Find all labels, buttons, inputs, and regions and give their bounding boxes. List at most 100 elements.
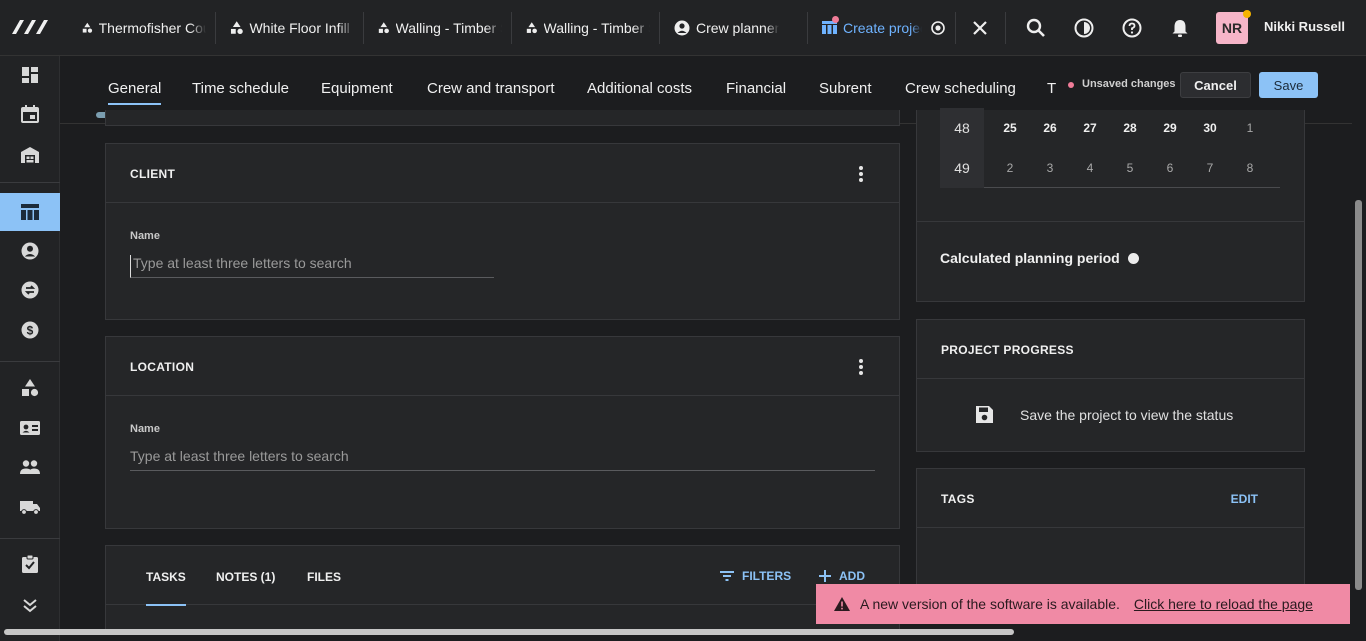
sidebar-item-calendar[interactable] [0,95,60,133]
calendar-icon [21,105,39,123]
save-button[interactable]: Save [1259,72,1318,98]
workspace-tab-label: Thermofisher Coupling [98,20,206,36]
theme-toggle-icon[interactable] [1072,16,1096,40]
sidebar-item-projects[interactable] [0,193,60,231]
progress-status-message: Save the project to view the status [1020,407,1234,423]
calendar-day[interactable]: 5 [1118,161,1142,175]
tab-financial[interactable]: Financial [726,80,786,97]
client-title: CLIENT [130,167,176,181]
location-title: LOCATION [130,360,195,374]
workspace-tab-label: Walling - Timber Sub [395,20,502,36]
tab-time-schedule[interactable]: Time schedule [192,80,289,97]
sidebar-item-crew-cards[interactable] [0,409,60,447]
calendar-day[interactable]: 4 [1078,161,1102,175]
tab-crew-scheduling[interactable]: Crew scheduling [905,80,1016,97]
tab-divider [1005,12,1006,44]
sidebar-divider [0,538,60,539]
toast-message: A new version of the software is availab… [860,596,1120,612]
shapes-icon [526,22,537,34]
filters-button[interactable]: FILTERS [720,569,791,583]
calendar-day[interactable]: 25 [998,121,1022,135]
card-divider [916,221,1305,222]
calendar-day[interactable]: 8 [1238,161,1262,175]
workspace-tab-label: Crew planner [696,20,780,36]
search-icon[interactable] [1024,16,1048,40]
pin-icon[interactable] [926,16,950,40]
progress-title: PROJECT PROGRESS [941,343,1074,357]
workspace-tab-4[interactable]: Walling - Timber Sub [526,14,650,42]
client-name-label: Name [130,230,160,242]
edit-tags-button[interactable]: EDIT [1231,492,1258,506]
tab-divider [363,12,364,44]
tab-subrent[interactable]: Subrent [819,80,872,97]
workspace-tab-3[interactable]: Walling - Timber Sub [378,14,502,42]
workspace-tab-2[interactable]: White Floor Infill ( [230,14,354,42]
calendar-day[interactable]: 3 [1038,161,1062,175]
app-logo[interactable] [10,18,50,41]
user-name[interactable]: Nikki Russell [1264,19,1345,34]
sidebar-item-finance[interactable]: $ [0,311,60,349]
client-name-input[interactable] [130,255,494,278]
vertical-scrollbar[interactable] [1355,200,1362,590]
tab-notes[interactable]: NOTES (1) [216,570,275,584]
person-circle-icon [674,20,690,36]
tab-more[interactable]: T [1047,80,1056,97]
calendar-day[interactable]: 27 [1078,121,1102,135]
tags-card: TAGS EDIT [916,468,1305,598]
horizontal-scrollbar[interactable] [4,629,1014,635]
calendar-day[interactable]: 28 [1118,121,1142,135]
sidebar-item-expand[interactable] [0,586,60,624]
workspace-tab-1[interactable]: Thermofisher Coupling [82,14,206,42]
calendar-day[interactable]: 29 [1158,121,1182,135]
tags-title: TAGS [941,492,975,506]
sidebar-item-transfers[interactable] [0,271,60,309]
tab-crew-and-transport[interactable]: Crew and transport [427,80,555,97]
plus-icon [819,570,831,582]
cancel-button[interactable]: Cancel [1180,72,1251,98]
avatar-status-dot [1243,10,1251,18]
svg-text:$: $ [27,324,34,338]
tab-general[interactable]: General [108,80,162,105]
sidebar-item-equipment[interactable] [0,369,60,407]
tab-files[interactable]: FILES [307,570,341,584]
tab-divider [511,12,512,44]
clipboard-check-icon [22,554,38,573]
help-icon[interactable] [1120,16,1144,40]
info-icon[interactable] [1127,252,1139,264]
workspace-tab-create-project[interactable]: Create project [822,14,922,42]
reload-link[interactable]: Click here to reload the page [1134,596,1313,612]
workspace-tab-label: White Floor Infill ( [249,20,354,36]
sidebar-item-tasks[interactable] [0,545,60,583]
more-vertical-icon[interactable] [859,359,863,375]
tab-tasks[interactable]: TASKS [146,570,186,606]
sidebar-item-contacts[interactable] [0,232,60,270]
calendar-day[interactable]: 26 [1038,121,1062,135]
sidebar-item-transport[interactable] [0,488,60,526]
bell-icon[interactable] [1168,16,1192,40]
table-icon [21,204,39,220]
sidebar-item-crew[interactable] [0,448,60,486]
calendar-day[interactable]: 30 [1198,121,1222,135]
tab-divider [659,12,660,44]
sidebar-item-dashboard[interactable] [0,56,60,94]
tab-divider [807,12,808,44]
chevron-down-icon [23,599,37,613]
calendar-day[interactable]: 6 [1158,161,1182,175]
shapes-icon [82,22,93,33]
calendar-day[interactable]: 7 [1198,161,1222,175]
dollar-icon: $ [21,321,39,339]
person-circle-icon [21,242,39,260]
close-icon[interactable] [968,16,992,40]
calendar-day[interactable]: 2 [998,161,1022,175]
workspace-tab-crew-planner[interactable]: Crew planner [674,14,798,42]
calendar-day[interactable]: 1 [1238,121,1262,135]
tab-equipment[interactable]: Equipment [321,80,393,97]
filters-label: FILTERS [742,569,792,583]
sidebar-item-warehouse[interactable] [0,136,60,174]
calendar-week-number: 48 [940,108,984,148]
location-name-input[interactable] [130,448,875,471]
add-button[interactable]: ADD [819,569,865,583]
tab-additional-costs[interactable]: Additional costs [587,80,692,97]
more-vertical-icon[interactable] [859,166,863,182]
shapes-icon [230,21,243,35]
